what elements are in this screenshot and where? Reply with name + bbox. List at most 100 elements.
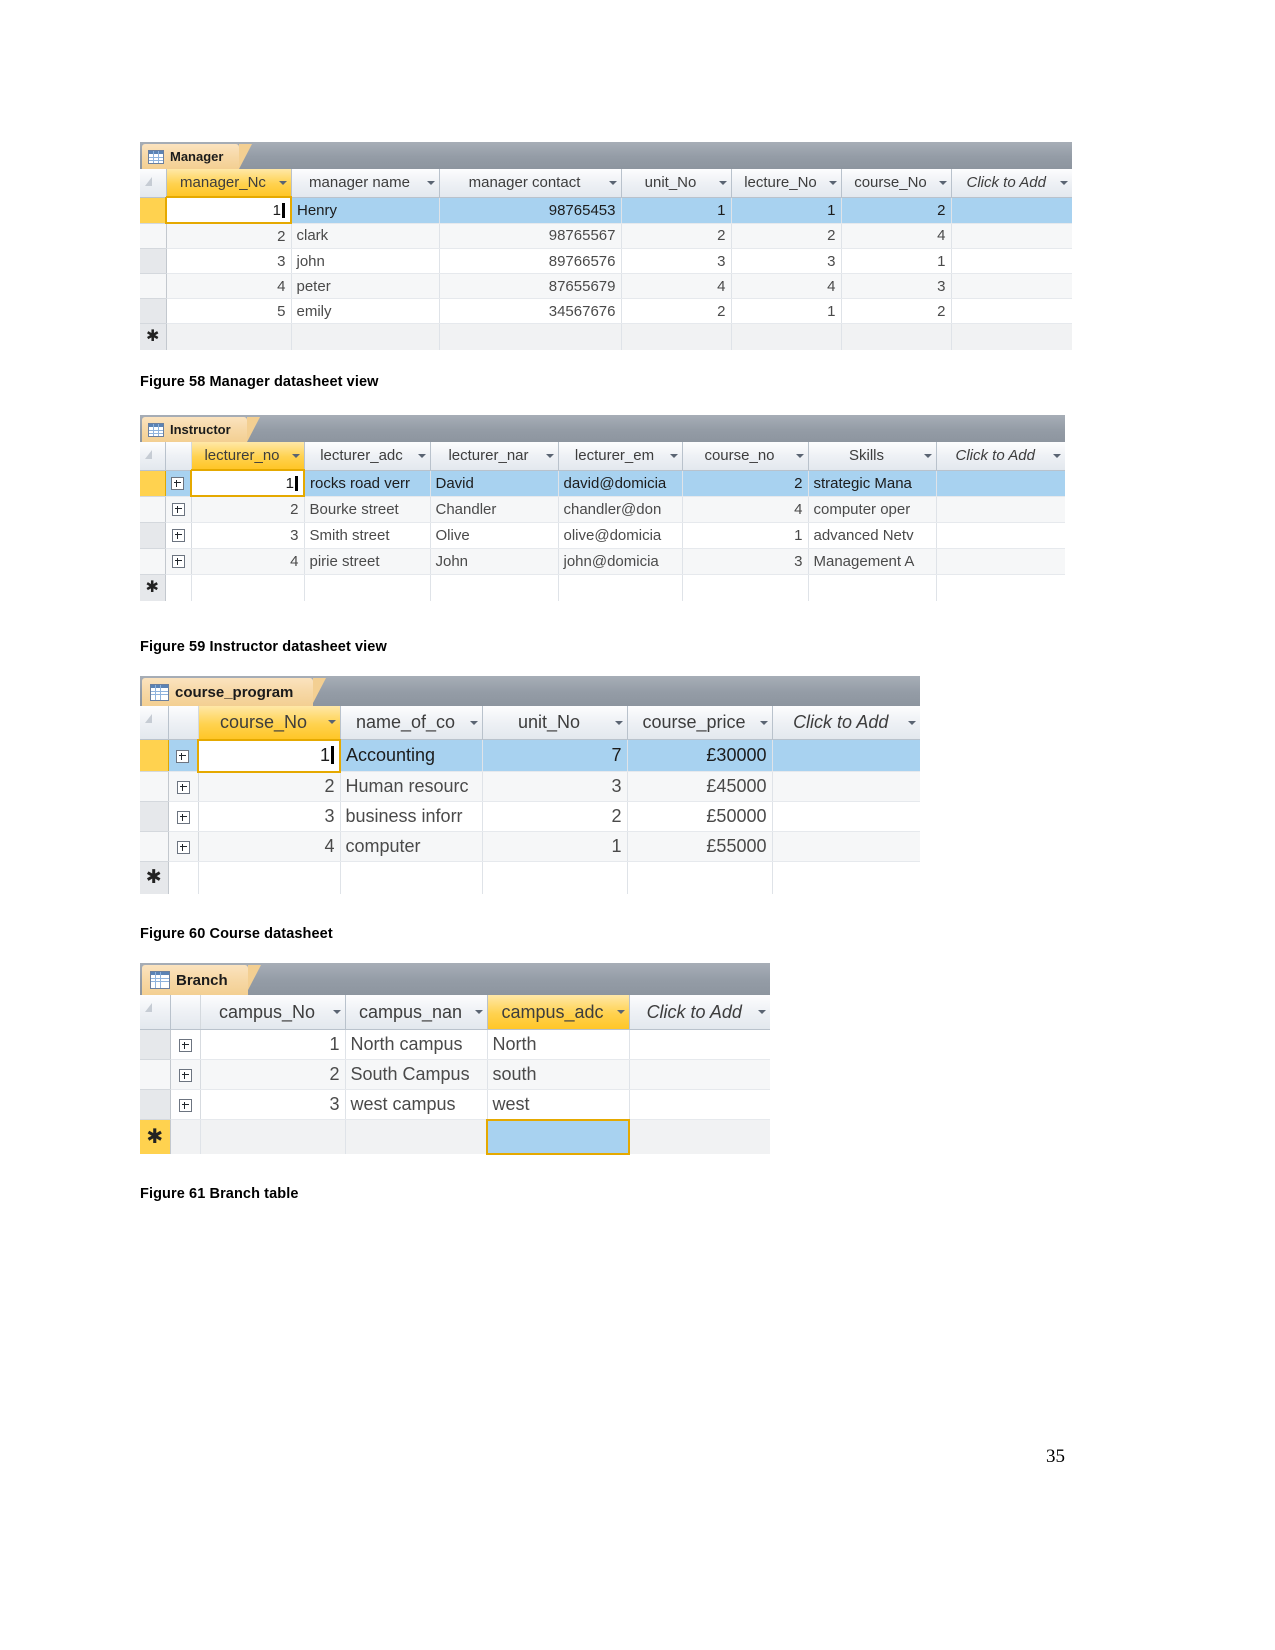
column-header-manager-no[interactable]: manager_Nc xyxy=(166,169,292,198)
cell-lecture-no[interactable]: 1 xyxy=(731,197,842,224)
cell-unit-no[interactable]: 7 xyxy=(482,739,628,772)
cell-lecturer-address[interactable]: Bourke street xyxy=(304,496,431,523)
new-cell[interactable] xyxy=(166,323,292,350)
chevron-down-icon[interactable] xyxy=(545,453,554,458)
new-record-row[interactable]: ✱ xyxy=(140,323,1072,350)
table-row[interactable]: 2 clark 98765567 2 2 4 xyxy=(140,223,1072,249)
cell-skills[interactable]: advanced Netv xyxy=(808,522,937,549)
table-row[interactable]: 4 pirie street John john@domicia 3 Manag… xyxy=(140,548,1065,575)
row-expander[interactable] xyxy=(170,1089,201,1120)
cell-campus-no[interactable]: 3 xyxy=(200,1089,346,1120)
row-selector[interactable] xyxy=(140,522,166,549)
cell-manager-no[interactable]: 2 xyxy=(166,223,292,249)
plus-icon[interactable] xyxy=(178,1038,192,1052)
cell-manager-no[interactable]: 3 xyxy=(166,248,292,274)
cell-add-placeholder[interactable] xyxy=(936,496,1065,523)
chevron-down-icon[interactable] xyxy=(278,180,287,185)
table-row[interactable]: 1 Henry 98765453 1 1 2 xyxy=(140,196,1072,224)
cell-lecture-no[interactable]: 1 xyxy=(731,298,842,324)
cell-add-placeholder[interactable] xyxy=(772,739,920,772)
new-record-marker[interactable]: ✱ xyxy=(140,1119,171,1154)
cell-lecturer-no[interactable]: 2 xyxy=(191,496,305,523)
plus-icon[interactable] xyxy=(176,810,190,824)
new-cell[interactable] xyxy=(936,574,1065,601)
row-expander[interactable] xyxy=(168,801,199,832)
cell-add-placeholder[interactable] xyxy=(629,1029,770,1060)
cell-lecturer-no[interactable]: 1 xyxy=(190,469,305,497)
cell-lecture-no[interactable]: 2 xyxy=(731,223,842,249)
cell-course-no[interactable]: 2 xyxy=(198,771,341,802)
row-selector[interactable] xyxy=(140,197,167,224)
tab-instructor[interactable]: Instructor xyxy=(142,417,260,442)
cell-manager-contact[interactable]: 98765567 xyxy=(439,223,622,249)
plus-icon[interactable] xyxy=(176,780,190,794)
column-header-campus-name[interactable]: campus_nan xyxy=(345,995,488,1030)
click-to-add-column[interactable]: Click to Add xyxy=(951,169,1072,198)
row-selector[interactable] xyxy=(140,496,166,523)
tab-branch[interactable]: Branch xyxy=(142,965,261,995)
cell-manager-name[interactable]: peter xyxy=(291,273,440,299)
cell-unit-no[interactable]: 2 xyxy=(621,298,732,324)
chevron-down-icon[interactable] xyxy=(923,453,932,458)
chevron-down-icon[interactable] xyxy=(469,720,478,725)
cell-lecturer-email[interactable]: olive@domicia xyxy=(558,522,683,549)
chevron-down-icon[interactable] xyxy=(759,720,768,725)
chevron-down-icon[interactable] xyxy=(669,453,678,458)
cell-lecture-no[interactable]: 4 xyxy=(731,273,842,299)
cell-name-of-course[interactable]: business inforr xyxy=(340,801,483,832)
cell-manager-name[interactable]: john xyxy=(291,248,440,274)
cell-course-no[interactable]: 1 xyxy=(682,522,809,549)
new-cell[interactable] xyxy=(482,861,628,894)
cell-lecturer-email[interactable]: john@domicia xyxy=(558,548,683,575)
chevron-down-icon[interactable] xyxy=(1060,180,1068,185)
cell-manager-contact[interactable]: 89766576 xyxy=(439,248,622,274)
cell-course-no[interactable]: 1 xyxy=(841,248,952,274)
cell-lecturer-email[interactable]: david@domicia xyxy=(558,470,683,497)
tab-manager[interactable]: Manager xyxy=(142,144,254,169)
cell-course-price[interactable]: £55000 xyxy=(627,831,773,862)
new-cell[interactable] xyxy=(808,574,937,601)
row-selector[interactable] xyxy=(140,1059,171,1090)
new-record-row[interactable]: ✱ xyxy=(140,574,1065,601)
row-expander[interactable] xyxy=(165,548,192,575)
new-cell[interactable] xyxy=(291,323,440,350)
cell-add-placeholder[interactable] xyxy=(951,223,1072,249)
cell-manager-name[interactable]: emily xyxy=(291,298,440,324)
table-row[interactable]: 3 Smith street Olive olive@domicia 1 adv… xyxy=(140,522,1065,549)
row-selector[interactable] xyxy=(140,298,167,324)
cell-name-of-course[interactable]: Accounting xyxy=(340,739,483,772)
new-cell[interactable] xyxy=(682,574,809,601)
cell-campus-name[interactable]: North campus xyxy=(345,1029,488,1060)
plus-icon[interactable] xyxy=(176,840,190,854)
cell-campus-no[interactable]: 2 xyxy=(200,1059,346,1090)
table-row[interactable]: 1 North campus North xyxy=(140,1029,770,1060)
cell-course-no[interactable]: 4 xyxy=(841,223,952,249)
cell-lecturer-no[interactable]: 3 xyxy=(191,522,305,549)
column-header-lecturer-no[interactable]: lecturer_no xyxy=(191,442,305,471)
chevron-down-icon[interactable] xyxy=(758,1010,766,1014)
chevron-down-icon[interactable] xyxy=(608,180,617,185)
cell-course-no[interactable]: 3 xyxy=(682,548,809,575)
column-header-unit-no[interactable]: unit_No xyxy=(621,169,732,198)
row-selector[interactable] xyxy=(140,248,167,274)
cell-course-price[interactable]: £30000 xyxy=(627,739,773,772)
new-record-row[interactable]: ✱ xyxy=(140,861,920,894)
new-cell[interactable] xyxy=(430,574,559,601)
new-record-marker[interactable]: ✱ xyxy=(140,323,167,350)
row-selector[interactable] xyxy=(140,771,169,802)
plus-icon[interactable] xyxy=(178,1068,192,1082)
cell-lecturer-name[interactable]: Chandler xyxy=(430,496,559,523)
cell-add-placeholder[interactable] xyxy=(629,1089,770,1120)
cell-unit-no[interactable]: 4 xyxy=(621,273,732,299)
column-header-course-no[interactable]: course_No xyxy=(841,169,952,198)
cell-add-placeholder[interactable] xyxy=(936,470,1065,497)
plus-icon[interactable] xyxy=(171,529,185,543)
cell-add-placeholder[interactable] xyxy=(772,771,920,802)
column-header-course-no[interactable]: course_no xyxy=(682,442,809,471)
cell-manager-name[interactable]: clark xyxy=(291,223,440,249)
column-header-lecturer-email[interactable]: lecturer_em xyxy=(558,442,683,471)
column-header-lecture-no[interactable]: lecture_No xyxy=(731,169,842,198)
new-cell[interactable] xyxy=(841,323,952,350)
row-selector[interactable] xyxy=(140,1029,171,1060)
row-selector[interactable] xyxy=(140,548,166,575)
